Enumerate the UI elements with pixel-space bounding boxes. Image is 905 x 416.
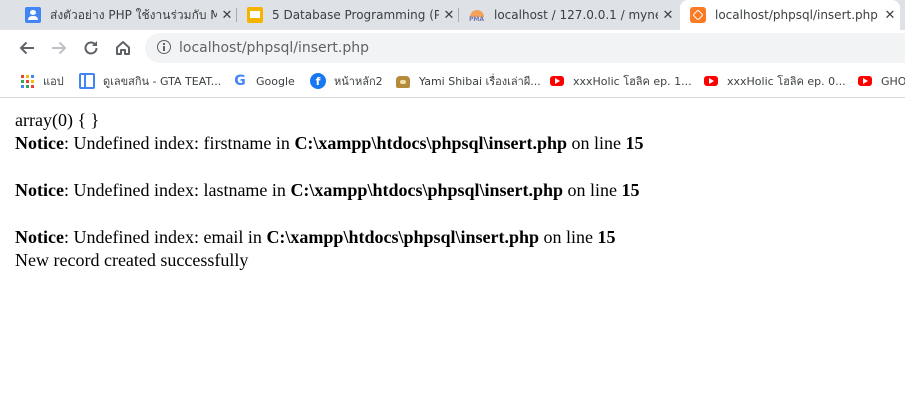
bookmark-apps[interactable]: แอป (19, 71, 64, 91)
tab-insert-php[interactable]: localhost/phpsql/insert.php ✕ (680, 0, 900, 30)
bookmark-facebook-home[interactable]: f หน้าหลัก2 (310, 71, 383, 91)
toolbar-divider (0, 97, 905, 98)
notice-message: : Undefined index: lastname in (63, 180, 291, 200)
bookmark-label: xxxHolic โฮลิค ep. 0... (727, 75, 846, 88)
url-text[interactable]: localhost/phpsql/insert.php (179, 40, 369, 56)
home-icon (116, 41, 130, 55)
reload-icon (84, 41, 98, 55)
yami-shibai-icon (395, 73, 411, 89)
google-icon: G (234, 73, 246, 89)
tab-title: ส่งตัวอย่าง PHP ใช้งานร่วมกับ MySQL (50, 7, 217, 22)
page-content: array(0) { } Notice: Undefined index: fi… (15, 109, 644, 272)
notice-line-number: 15 (625, 133, 644, 153)
notice-email: Notice: Undefined index: email in C:\xam… (15, 226, 644, 249)
bookmark-gho[interactable]: GHO (857, 71, 905, 91)
google-sites-icon (25, 7, 41, 23)
bookmark-label: Google (256, 74, 295, 88)
notice-firstname: Notice: Undefined index: firstname in C:… (15, 132, 644, 155)
youtube-icon (703, 73, 719, 89)
address-bar[interactable]: localhost/phpsql/insert.php (145, 33, 905, 63)
document-icon (79, 73, 95, 89)
notice-line-prefix: on line (563, 180, 622, 200)
bookmark-label: GHO (881, 74, 905, 88)
notice-label: Notice (15, 133, 64, 153)
xampp-icon (690, 7, 706, 23)
notice-label: Notice (15, 180, 64, 200)
notice-line-number: 15 (597, 227, 616, 247)
notice-line-prefix: on line (567, 133, 626, 153)
bookmark-label: Yami Shibai เรื่องเล่าผี... (419, 75, 541, 88)
browser-toolbar: localhost/phpsql/insert.php (0, 30, 905, 66)
bookmark-gta-skin[interactable]: ดูเลขสกิน - GTA TEAT... (79, 71, 221, 91)
reload-button[interactable] (77, 34, 105, 62)
bookmark-label: xxxHolic โฮลิค ep. 1... (573, 75, 692, 88)
bookmark-label: หน้าหลัก2 (334, 75, 383, 88)
tab-title: localhost/phpsql/insert.php (715, 8, 878, 22)
tab-title: 5 Database Programming (PHP (272, 8, 439, 22)
google-slides-icon (247, 7, 263, 23)
apps-grid-icon (19, 73, 35, 89)
tab-database-programming[interactable]: 5 Database Programming (PHP ✕ (237, 0, 459, 30)
notice-line-prefix: on line (539, 227, 598, 247)
close-tab-icon[interactable]: ✕ (439, 8, 459, 23)
notice-line-number: 15 (621, 180, 640, 200)
tab-title: localhost / 127.0.0.1 / mynew (494, 8, 658, 22)
tab-strip: ส่งตัวอย่าง PHP ใช้งานร่วมกับ MySQL ✕ 5 … (0, 0, 905, 30)
bookmark-yami-shibai[interactable]: Yami Shibai เรื่องเล่าผี... (395, 71, 541, 91)
bookmark-xxxholic-0[interactable]: xxxHolic โฮลิค ep. 0... (703, 71, 846, 91)
bookmark-xxxholic-1[interactable]: xxxHolic โฮลิค ep. 1... (549, 71, 692, 91)
home-button[interactable] (109, 34, 137, 62)
forward-button[interactable] (45, 34, 73, 62)
notice-message: : Undefined index: firstname in (63, 133, 295, 153)
success-message: New record created successfully (15, 250, 249, 270)
notice-label: Notice (15, 227, 64, 247)
notice-file-path: C:\xampp\htdocs\phpsql\insert.php (266, 227, 540, 247)
notice-lastname: Notice: Undefined index: lastname in C:\… (15, 179, 644, 202)
phpmyadmin-icon (469, 7, 485, 23)
back-button[interactable] (13, 34, 41, 62)
tab-php-mysql-example[interactable]: ส่งตัวอย่าง PHP ใช้งานร่วมกับ MySQL ✕ (15, 0, 237, 30)
notice-file-path: C:\xampp\htdocs\phpsql\insert.php (290, 180, 564, 200)
close-tab-icon[interactable]: ✕ (217, 8, 237, 23)
tab-phpmyadmin[interactable]: localhost / 127.0.0.1 / mynew ✕ (459, 0, 678, 30)
bookmark-label: แอป (43, 75, 64, 88)
var-dump-output: array(0) { } (15, 110, 100, 130)
youtube-icon (549, 73, 565, 89)
site-info-icon[interactable] (157, 40, 171, 54)
close-tab-icon[interactable]: ✕ (880, 8, 900, 23)
bookmark-google[interactable]: G Google (232, 71, 295, 91)
bookmark-label: ดูเลขสกิน - GTA TEAT... (103, 75, 222, 88)
arrow-left-icon (19, 41, 34, 55)
bookmarks-bar: แอป ดูเลขสกิน - GTA TEAT... G Google f ห… (0, 66, 905, 96)
youtube-icon (857, 73, 873, 89)
arrow-right-icon (52, 41, 67, 55)
close-tab-icon[interactable]: ✕ (658, 8, 678, 23)
notice-message: : Undefined index: email in (63, 227, 267, 247)
facebook-icon: f (310, 73, 326, 89)
notice-file-path: C:\xampp\htdocs\phpsql\insert.php (294, 133, 568, 153)
